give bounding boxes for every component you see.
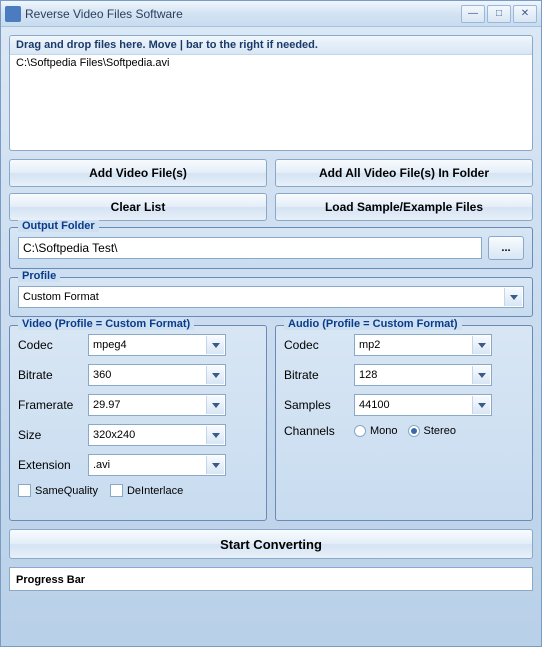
- dropdown-arrow-icon: [206, 366, 224, 384]
- audio-codec-select[interactable]: mp2: [354, 334, 492, 356]
- radio-icon: [408, 425, 420, 437]
- maximize-button[interactable]: □: [487, 5, 511, 23]
- video-framerate-select[interactable]: 29.97: [88, 394, 226, 416]
- video-codec-select[interactable]: mpeg4: [88, 334, 226, 356]
- browse-button[interactable]: ...: [488, 236, 524, 260]
- deinterlace-label: DeInterlace: [127, 485, 183, 497]
- video-group: Video (Profile = Custom Format) Codec mp…: [9, 325, 267, 521]
- output-folder-group: Output Folder ...: [9, 227, 533, 269]
- video-size-select[interactable]: 320x240: [88, 424, 226, 446]
- titlebar: Reverse Video Files Software ― □ ✕: [1, 1, 541, 27]
- load-sample-button[interactable]: Load Sample/Example Files: [275, 193, 533, 221]
- file-list-item[interactable]: C:\Softpedia Files\Softpedia.avi: [16, 57, 526, 69]
- output-folder-input[interactable]: [18, 237, 482, 259]
- profile-value: Custom Format: [23, 291, 99, 303]
- video-legend: Video (Profile = Custom Format): [18, 318, 194, 330]
- window-title: Reverse Video Files Software: [25, 7, 461, 21]
- dropdown-arrow-icon: [472, 366, 490, 384]
- profile-select[interactable]: Custom Format: [18, 286, 524, 308]
- audio-channels-label: Channels: [284, 424, 354, 438]
- main-window: Reverse Video Files Software ― □ ✕ Drag …: [0, 0, 542, 647]
- video-extension-label: Extension: [18, 458, 88, 472]
- close-button[interactable]: ✕: [513, 5, 537, 23]
- audio-samples-label: Samples: [284, 398, 354, 412]
- dropdown-arrow-icon: [206, 426, 224, 444]
- app-icon: [5, 6, 21, 22]
- output-folder-legend: Output Folder: [18, 220, 99, 232]
- audio-bitrate-label: Bitrate: [284, 368, 354, 382]
- mono-label: Mono: [370, 425, 398, 437]
- video-codec-label: Codec: [18, 338, 88, 352]
- profile-group: Profile Custom Format: [9, 277, 533, 317]
- stereo-radio[interactable]: Stereo: [408, 425, 456, 437]
- file-list: C:\Softpedia Files\Softpedia.avi: [10, 55, 532, 71]
- video-framerate-label: Framerate: [18, 398, 88, 412]
- radio-icon: [354, 425, 366, 437]
- start-converting-button[interactable]: Start Converting: [9, 529, 533, 559]
- audio-bitrate-select[interactable]: 128: [354, 364, 492, 386]
- content-area: Drag and drop files here. Move | bar to …: [1, 27, 541, 599]
- dropdown-arrow-icon: [206, 336, 224, 354]
- video-extension-select[interactable]: .avi: [88, 454, 226, 476]
- window-controls: ― □ ✕: [461, 5, 537, 23]
- mono-radio[interactable]: Mono: [354, 425, 398, 437]
- file-drop-header: Drag and drop files here. Move | bar to …: [10, 36, 532, 55]
- video-bitrate-select[interactable]: 360: [88, 364, 226, 386]
- deinterlace-checkbox[interactable]: DeInterlace: [110, 484, 183, 497]
- file-drop-zone[interactable]: Drag and drop files here. Move | bar to …: [9, 35, 533, 151]
- video-bitrate-label: Bitrate: [18, 368, 88, 382]
- video-size-label: Size: [18, 428, 88, 442]
- same-quality-label: SameQuality: [35, 485, 98, 497]
- checkbox-icon: [18, 484, 31, 497]
- same-quality-checkbox[interactable]: SameQuality: [18, 484, 98, 497]
- dropdown-arrow-icon: [504, 288, 522, 306]
- minimize-button[interactable]: ―: [461, 5, 485, 23]
- audio-codec-label: Codec: [284, 338, 354, 352]
- profile-legend: Profile: [18, 270, 60, 282]
- checkbox-icon: [110, 484, 123, 497]
- progress-text: Progress Bar: [16, 574, 85, 586]
- audio-legend: Audio (Profile = Custom Format): [284, 318, 462, 330]
- add-folder-button[interactable]: Add All Video File(s) In Folder: [275, 159, 533, 187]
- audio-samples-select[interactable]: 44100: [354, 394, 492, 416]
- audio-group: Audio (Profile = Custom Format) Codec mp…: [275, 325, 533, 521]
- progress-bar: Progress Bar: [9, 567, 533, 591]
- add-files-button[interactable]: Add Video File(s): [9, 159, 267, 187]
- clear-list-button[interactable]: Clear List: [9, 193, 267, 221]
- dropdown-arrow-icon: [472, 396, 490, 414]
- dropdown-arrow-icon: [206, 396, 224, 414]
- stereo-label: Stereo: [424, 425, 456, 437]
- dropdown-arrow-icon: [206, 456, 224, 474]
- dropdown-arrow-icon: [472, 336, 490, 354]
